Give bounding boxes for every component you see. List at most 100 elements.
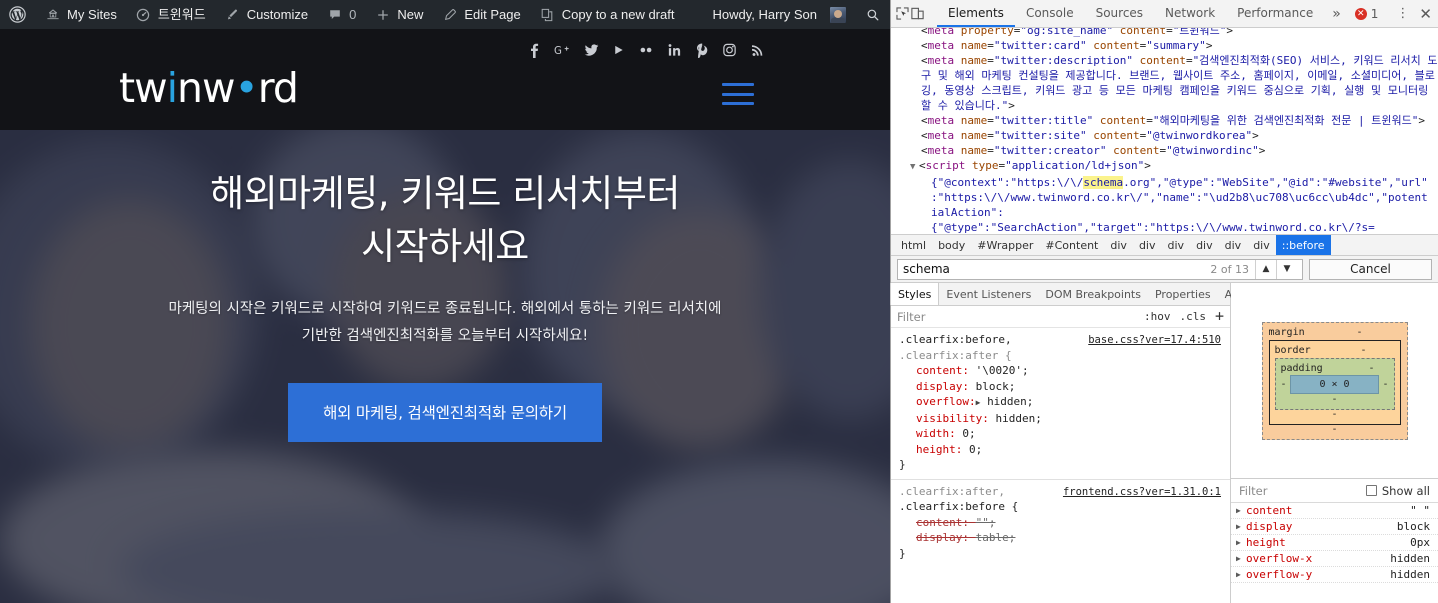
computed-row-height[interactable]: ▶ height 0px: [1231, 535, 1438, 551]
adminbar-item-copy-draft[interactable]: Copy to a new draft: [530, 0, 684, 29]
search-input[interactable]: schema 2 of 13 ▲ ▼: [897, 258, 1303, 280]
error-indicator[interactable]: ✕ 1: [1349, 7, 1385, 21]
rss-icon[interactable]: [750, 42, 764, 58]
css-decl-visibility[interactable]: visibility: hidden;: [899, 411, 1222, 427]
css-decl-height[interactable]: height: 0;: [899, 442, 1222, 458]
chevron-up-icon[interactable]: ▲: [1255, 259, 1276, 279]
dom-line-ldjson-script[interactable]: ▼ <script type="application/ld+json">: [897, 158, 1438, 175]
adminbar-item-new[interactable]: New: [365, 0, 432, 29]
dom-line-twitter-creator[interactable]: <meta name="twitter:creator" content="@t…: [897, 143, 1438, 158]
breadcrumb-before-pseudo[interactable]: ::before: [1275, 234, 1331, 256]
tab-styles[interactable]: Styles: [890, 283, 940, 305]
show-all-checkbox[interactable]: [1365, 485, 1377, 496]
dom-tree[interactable]: <meta property="og:site_name" content="트…: [891, 28, 1438, 234]
computed-row-overflow-y[interactable]: ▶ overflow-y hidden: [1231, 567, 1438, 583]
css-source-link[interactable]: base.css?ver=17.4:510: [1088, 333, 1221, 349]
chevron-down-icon[interactable]: ▼: [1276, 259, 1297, 279]
breadcrumb-html[interactable]: html: [895, 235, 932, 256]
dom-json-line-4[interactable]: {"@type":"SearchAction","target":"https:…: [897, 220, 1438, 234]
facebook-icon[interactable]: [527, 42, 541, 58]
breadcrumb-div-5[interactable]: div: [1219, 235, 1248, 256]
device-toolbar-icon[interactable]: [910, 2, 925, 26]
adminbar-item-customize[interactable]: Customize: [215, 0, 317, 29]
css-source-link-2[interactable]: frontend.css?ver=1.31.0:1: [1063, 485, 1221, 501]
tab-sources[interactable]: Sources: [1085, 0, 1154, 27]
youtube-icon[interactable]: [612, 42, 625, 58]
css-decl-width[interactable]: width: 0;: [899, 426, 1222, 442]
box-model-margin[interactable]: margin- border- padding- - 0 × 0 - -: [1261, 321, 1408, 440]
tab-performance[interactable]: Performance: [1226, 0, 1324, 27]
instagram-icon[interactable]: [722, 42, 737, 58]
dom-json-line-3[interactable]: ialAction":: [897, 205, 1438, 220]
css-decl-display[interactable]: display: block;: [899, 379, 1222, 395]
flickr-icon[interactable]: [638, 42, 654, 58]
devtools-menu-icon[interactable]: ⋮: [1390, 6, 1416, 21]
breadcrumb-body[interactable]: body: [932, 235, 971, 256]
css-decl-content-overridden[interactable]: content: "";: [899, 515, 1222, 531]
pinterest-icon[interactable]: [695, 42, 709, 58]
close-icon[interactable]: ✕: [1416, 5, 1438, 23]
adminbar-item-howdy[interactable]: Howdy, Harry Son: [703, 0, 855, 29]
box-model-padding[interactable]: padding - - 0 × 0 - -: [1274, 357, 1395, 410]
tab-event-listeners[interactable]: Event Listeners: [939, 283, 1038, 305]
tab-dom-breakpoints[interactable]: DOM Breakpoints: [1038, 283, 1148, 305]
css-decl-display-overridden[interactable]: display: table;: [899, 530, 1222, 546]
css-selector2-line-2[interactable]: .clearfix:before {: [899, 499, 1222, 515]
margin-bottom-value[interactable]: -: [1269, 424, 1401, 435]
expand-shorthand-icon[interactable]: ▶: [976, 398, 981, 407]
expand-triangle-icon[interactable]: ▶: [1236, 538, 1246, 547]
breadcrumb-content[interactable]: #Content: [1039, 235, 1104, 256]
css-decl-content[interactable]: content: '\0020';: [899, 363, 1222, 379]
dom-json-line-1[interactable]: {"@context":"https:\/\/schema.org","@typ…: [897, 175, 1438, 190]
search-cancel-button[interactable]: Cancel: [1309, 258, 1432, 280]
css-decl-overflow[interactable]: overflow:▶ hidden;: [899, 394, 1222, 411]
styles-filter-input[interactable]: Filter: [897, 310, 925, 324]
dom-json-line-2[interactable]: :"https:\/\/www.twinword.co.kr\/","name"…: [897, 190, 1438, 205]
more-tabs-button[interactable]: »: [1324, 6, 1349, 22]
border-top-value[interactable]: -: [1360, 345, 1366, 356]
dom-line-twitter-title[interactable]: <meta name="twitter:title" content="해외마케…: [897, 113, 1438, 128]
dom-line-twitter-description[interactable]: <meta name="twitter:description" content…: [897, 53, 1438, 113]
tab-console[interactable]: Console: [1015, 0, 1085, 27]
adminbar-item-my-sites[interactable]: My Sites: [35, 0, 126, 29]
breadcrumb-div-2[interactable]: div: [1133, 235, 1162, 256]
border-bottom-value[interactable]: -: [1275, 409, 1395, 420]
cls-toggle[interactable]: .cls: [1179, 310, 1206, 323]
margin-top-value[interactable]: -: [1356, 327, 1362, 338]
dom-line-og-site-name[interactable]: <meta property="og:site_name" content="트…: [897, 28, 1438, 38]
breadcrumb-div-4[interactable]: div: [1190, 235, 1219, 256]
hamburger-menu-icon[interactable]: [722, 83, 754, 105]
tab-elements[interactable]: Elements: [937, 0, 1015, 27]
expand-triangle-icon[interactable]: ▼: [910, 160, 919, 175]
tab-network[interactable]: Network: [1154, 0, 1226, 27]
computed-row-overflow-x[interactable]: ▶ overflow-x hidden: [1231, 551, 1438, 567]
linkedin-icon[interactable]: [667, 42, 682, 58]
expand-triangle-icon[interactable]: ▶: [1236, 506, 1246, 515]
box-model-content[interactable]: 0 × 0: [1289, 374, 1380, 394]
box-model-border[interactable]: border - padding - - 0 × 0 - - -: [1268, 339, 1401, 425]
google-plus-icon[interactable]: G: [554, 42, 571, 58]
dom-line-twitter-card[interactable]: <meta name="twitter:card" content="summa…: [897, 38, 1438, 53]
new-style-rule-button[interactable]: +: [1215, 309, 1224, 324]
inspect-element-icon[interactable]: [895, 2, 910, 26]
hero-cta-button[interactable]: 해외 마케팅, 검색엔진최적화 문의하기: [288, 382, 602, 442]
twitter-icon[interactable]: [584, 42, 599, 58]
padding-left-value[interactable]: -: [1281, 379, 1287, 390]
site-logo[interactable]: twinw•rd: [119, 68, 299, 109]
computed-row-content[interactable]: ▶ content " ": [1231, 503, 1438, 519]
css-rule-frontend[interactable]: frontend.css?ver=1.31.0:1 .clearfix:afte…: [891, 478, 1230, 565]
breadcrumb-div-3[interactable]: div: [1162, 235, 1191, 256]
css-selector-line-2[interactable]: .clearfix:after {: [899, 348, 1222, 364]
breadcrumb-div-1[interactable]: div: [1104, 235, 1133, 256]
expand-triangle-icon[interactable]: ▶: [1236, 522, 1246, 531]
breadcrumb-div-6[interactable]: div: [1247, 235, 1276, 256]
show-all-toggle[interactable]: Show all: [1365, 484, 1430, 498]
dom-line-twitter-site[interactable]: <meta name="twitter:site" content="@twin…: [897, 128, 1438, 143]
padding-right-value[interactable]: -: [1382, 379, 1388, 390]
adminbar-item-edit-page[interactable]: Edit Page: [432, 0, 529, 29]
padding-bottom-value[interactable]: -: [1281, 394, 1389, 405]
padding-top-value[interactable]: -: [1368, 363, 1374, 374]
adminbar-item-wp-logo[interactable]: [0, 0, 35, 29]
adminbar-item-comments[interactable]: 0: [317, 0, 365, 29]
expand-triangle-icon[interactable]: ▶: [1236, 570, 1246, 579]
